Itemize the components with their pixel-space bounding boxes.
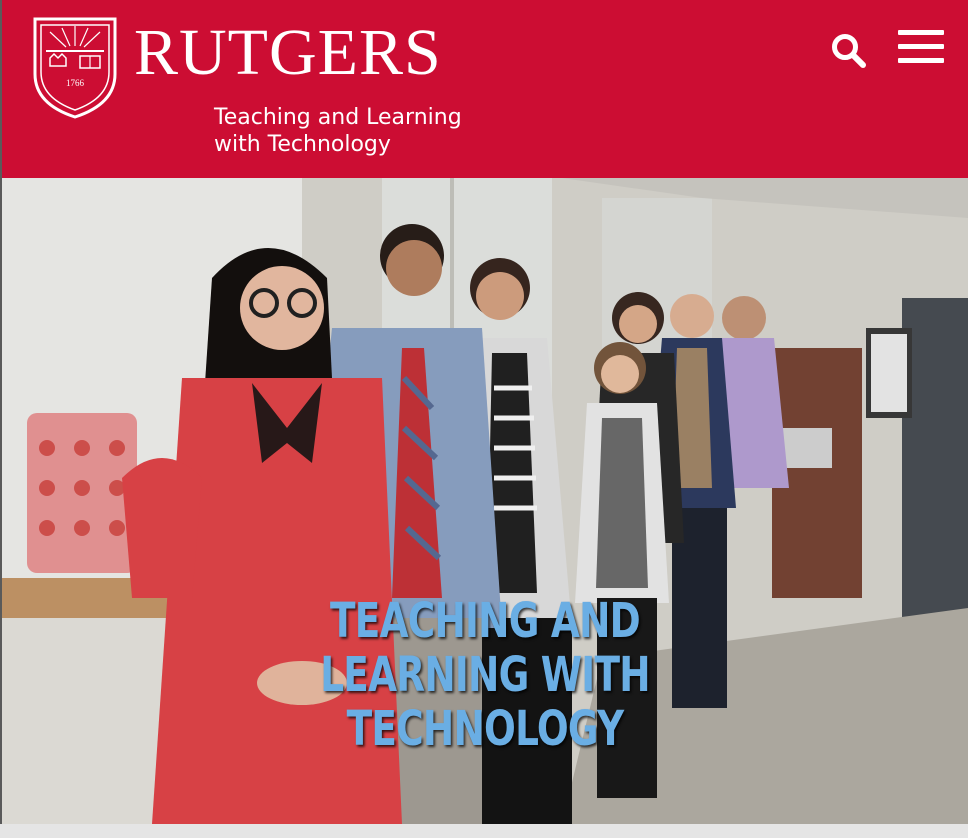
hero-banner: Teaching and Learning with Technology xyxy=(2,178,968,824)
site-tagline: Teaching and Learning with Technology xyxy=(214,104,462,158)
shield-year: 1766 xyxy=(66,78,85,88)
search-button[interactable] xyxy=(830,32,868,70)
tagline-line-2: with Technology xyxy=(214,132,391,157)
menu-button[interactable] xyxy=(898,30,944,66)
hero-title: Teaching and Learning with Technology xyxy=(320,593,650,757)
brand-wordmark[interactable]: RUTGERS xyxy=(134,20,442,86)
rutgers-shield-logo[interactable]: 1766 xyxy=(32,16,118,120)
search-icon xyxy=(832,34,866,68)
site-header: 1766 RUTGERS Teaching and Learning with … xyxy=(2,0,968,178)
page-bottom-strip xyxy=(0,824,968,838)
tagline-line-1: Teaching and Learning xyxy=(214,105,462,130)
